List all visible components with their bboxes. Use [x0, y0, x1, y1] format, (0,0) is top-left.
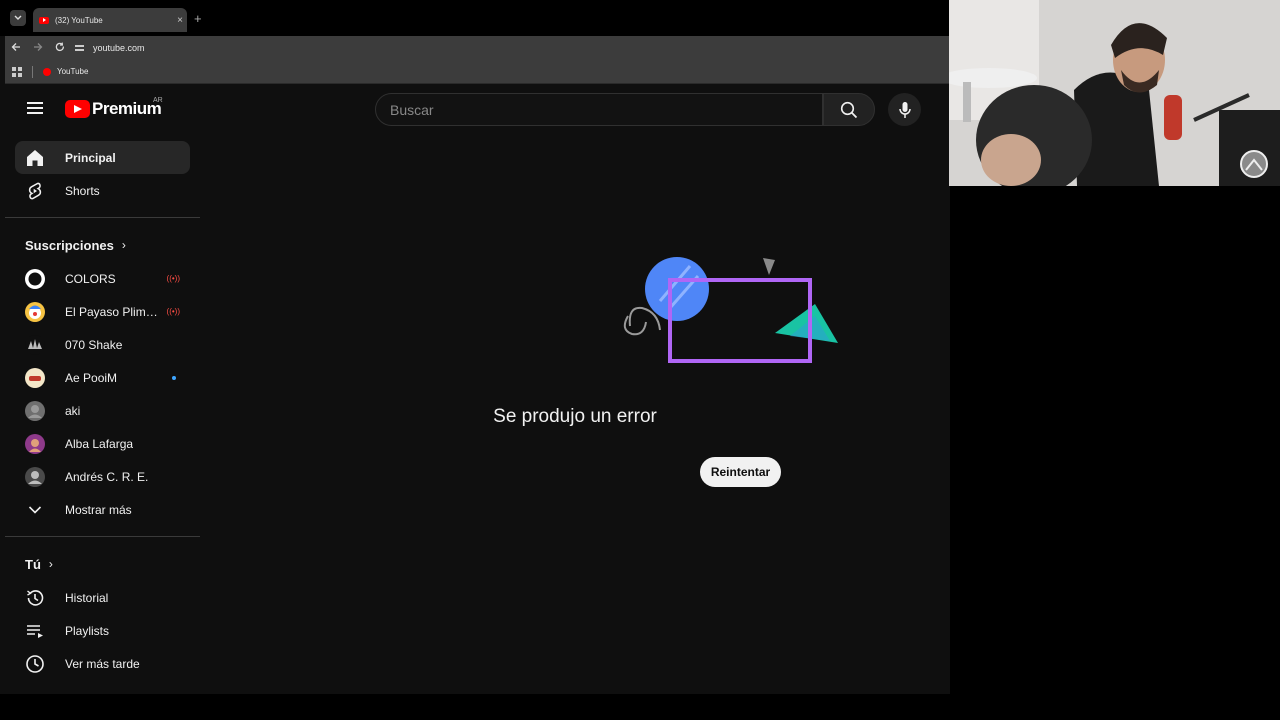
you-title: Tú [25, 556, 41, 572]
sidebar-item-ver-mas-tarde[interactable]: Ver más tarde [15, 647, 190, 680]
tab-search-button[interactable] [10, 10, 26, 26]
error-title: Se produjo un error [493, 406, 657, 427]
channel-avatar [25, 433, 45, 454]
sidebar-item-principal[interactable]: Principal [15, 141, 190, 174]
subscription-item[interactable]: COLORS ((•)) [15, 262, 190, 295]
new-content-dot [172, 375, 176, 380]
chevron-right-icon: › [121, 238, 126, 252]
live-icon: ((•)) [166, 307, 180, 316]
channel-avatar [25, 301, 45, 322]
forward-button[interactable] [27, 42, 49, 55]
bottom-bar [0, 694, 1280, 720]
new-tab-button[interactable]: + [194, 11, 202, 26]
sidebar-item-label: Shorts [65, 183, 100, 198]
arrow-right-icon [34, 42, 43, 51]
search-button[interactable] [823, 93, 875, 126]
youtube-favicon-icon [39, 16, 49, 24]
show-more-button[interactable]: Mostrar más [15, 493, 190, 526]
subscription-item[interactable]: Alba Lafarga [15, 427, 190, 460]
address-bar[interactable]: youtube.com [75, 39, 145, 57]
bookmarks-bar: YouTube [5, 60, 950, 84]
country-code: AR [153, 97, 163, 104]
search-box [375, 93, 823, 126]
browser-window: (32) YouTube × + youtube.com YouTube Pre… [0, 0, 950, 694]
sidebar-item-historial[interactable]: Historial [15, 581, 190, 614]
playlists-icon [25, 621, 45, 641]
chevron-right-icon: › [48, 557, 53, 571]
live-icon: ((•)) [166, 274, 180, 283]
channel-avatar [25, 466, 45, 487]
microphone-icon [898, 101, 911, 118]
bookmark-youtube[interactable]: YouTube [57, 67, 88, 76]
subscription-item[interactable]: El Payaso Plim P... ((•)) [15, 295, 190, 328]
arrow-left-icon [11, 42, 20, 51]
channel-avatar [25, 367, 45, 388]
subscription-label: aki [65, 403, 81, 418]
webcam-overlay [949, 0, 1280, 186]
sidebar-item-label: Ver más tarde [65, 656, 140, 671]
youtube-premium-logo[interactable]: Premium [65, 99, 162, 119]
menu-icon[interactable] [27, 102, 43, 114]
url-text: youtube.com [93, 43, 145, 53]
youtube-play-icon [65, 100, 90, 118]
reload-icon [55, 42, 64, 51]
logo-text: Premium [92, 99, 162, 118]
subscription-label: Andrés C. R. E. [65, 469, 149, 484]
show-more-label: Mostrar más [65, 502, 132, 517]
subscription-item[interactable]: Andrés C. R. E. [15, 460, 190, 493]
sidebar-item-playlists[interactable]: Playlists [15, 614, 190, 647]
sidebar-divider [5, 217, 200, 218]
search-icon [840, 101, 858, 118]
webcam-image [949, 0, 1280, 186]
subscriptions-header[interactable]: Suscripciones › [5, 228, 200, 262]
channel-avatar [25, 334, 45, 355]
subscription-label: Alba Lafarga [65, 436, 134, 451]
tab-title: (32) YouTube [55, 15, 103, 25]
subscription-label: El Payaso Plim P... [65, 304, 161, 319]
you-header[interactable]: Tú › [5, 547, 200, 581]
sidebar-item-label: Principal [65, 150, 116, 165]
apps-grid-icon[interactable] [12, 66, 22, 77]
sidebar-item-shorts[interactable]: Shorts [15, 174, 190, 207]
bookmarks-divider [32, 65, 33, 78]
back-button[interactable] [5, 42, 27, 55]
retry-button[interactable]: Reintentar [700, 457, 781, 487]
shorts-icon [25, 181, 45, 201]
chevron-down-icon [14, 15, 22, 20]
search-input[interactable] [376, 94, 822, 125]
chevron-down-icon [25, 500, 45, 520]
main-content: Se produjo un error Reintentar [200, 141, 950, 694]
youtube-page: Premium AR Principal Shorts [5, 86, 950, 694]
subscription-label: Ae PooiM [65, 370, 118, 385]
channel-avatar [25, 400, 45, 421]
watch-later-icon [25, 654, 45, 674]
reload-button[interactable] [49, 42, 71, 55]
site-info-icon[interactable] [75, 43, 87, 53]
sidebar-item-label: Historial [65, 590, 109, 605]
browser-tab-youtube[interactable]: (32) YouTube × [33, 8, 187, 32]
subscription-label: 070 Shake [65, 337, 123, 352]
subscriptions-title: Suscripciones [25, 237, 114, 253]
sidebar-divider [5, 536, 200, 537]
subscription-item[interactable]: Ae PooiM [15, 361, 190, 394]
tab-strip: (32) YouTube × + [0, 0, 950, 36]
history-icon [25, 588, 45, 608]
subscription-item[interactable]: 070 Shake [15, 328, 190, 361]
subscription-item[interactable]: aki [15, 394, 190, 427]
error-illustration [623, 257, 838, 363]
sidebar: Principal Shorts Suscripciones › COLORS … [5, 141, 200, 694]
voice-search-button[interactable] [888, 93, 921, 126]
channel-avatar [25, 268, 45, 289]
youtube-bookmark-icon [43, 67, 51, 76]
browser-toolbar: youtube.com [5, 36, 950, 60]
sidebar-item-label: Playlists [65, 623, 110, 638]
subscription-label: COLORS [65, 271, 116, 286]
home-icon [25, 148, 45, 168]
tab-close-icon[interactable]: × [173, 15, 187, 26]
